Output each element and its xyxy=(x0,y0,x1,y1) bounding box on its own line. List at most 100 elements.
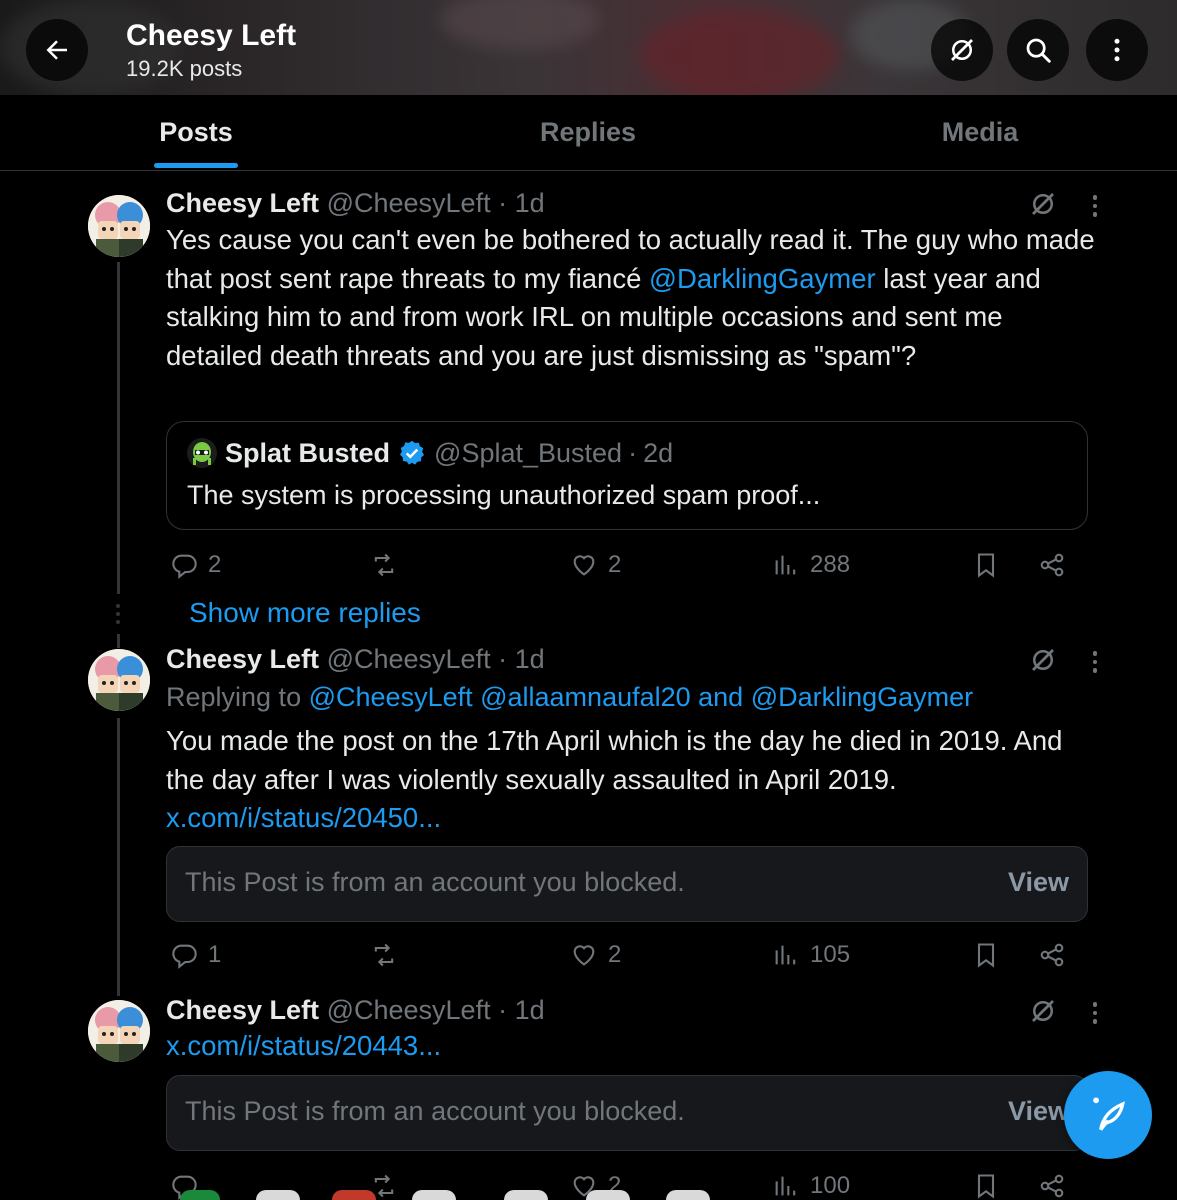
share-button[interactable] xyxy=(1038,935,1066,975)
status-link[interactable]: x.com/i/status/20443... xyxy=(166,1030,441,1061)
post-header: Cheesy Left @CheesyLeft · 1d xyxy=(166,993,545,1027)
avatar[interactable] xyxy=(88,195,150,257)
bookmark-button[interactable] xyxy=(972,1166,1000,1200)
post-actions: 2 2 288 xyxy=(166,545,1086,585)
view-count: 288 xyxy=(810,551,851,578)
post-actions: 1 2 105 xyxy=(166,935,1086,975)
display-name[interactable]: Cheesy Left xyxy=(166,644,319,674)
post-more-button[interactable] xyxy=(1085,647,1105,677)
like-count: 2 xyxy=(608,941,622,968)
thread-line xyxy=(117,718,120,996)
display-name[interactable]: Cheesy Left xyxy=(166,188,319,218)
post-header: Cheesy Left @CheesyLeft · 1d xyxy=(166,642,545,676)
handle[interactable]: @CheesyLeft xyxy=(327,644,491,674)
view-blocked-button[interactable]: View xyxy=(1008,1096,1069,1127)
timestamp[interactable]: 1d xyxy=(515,644,545,674)
avatar-image xyxy=(88,195,150,257)
view-count: 100 xyxy=(810,1172,851,1199)
bookmark-button[interactable] xyxy=(972,935,1000,975)
avatar[interactable] xyxy=(88,1000,150,1062)
compose-post-button[interactable] xyxy=(1064,1071,1152,1159)
share-icon xyxy=(1040,943,1064,967)
blocked-post-notice: This Post is from an account you blocked… xyxy=(166,846,1088,922)
bookmark-icon xyxy=(977,553,995,578)
bottom-nav-hint xyxy=(504,1190,548,1200)
reply-button[interactable]: 1 xyxy=(170,935,221,975)
repost-icon xyxy=(374,553,394,577)
timestamp[interactable]: 1d xyxy=(515,995,545,1025)
grok-icon[interactable] xyxy=(1028,996,1058,1026)
replying-to-label: Replying to xyxy=(166,682,302,712)
replying-to-mentions[interactable]: @CheesyLeft @allaamnaufal20 and @Darklin… xyxy=(309,682,974,712)
bookmark-button[interactable] xyxy=(972,545,1000,585)
heart-icon xyxy=(573,555,595,576)
repost-button[interactable] xyxy=(370,545,398,585)
post-text-body: You made the post on the 17th April whic… xyxy=(166,725,1063,795)
avatar[interactable] xyxy=(88,649,150,711)
share-button[interactable] xyxy=(1038,1166,1066,1200)
bookmark-icon xyxy=(977,943,995,968)
thread-gap-dots xyxy=(116,604,121,624)
heart-icon xyxy=(573,945,595,966)
post[interactable]: Cheesy Left @CheesyLeft · 1d Yes cause y… xyxy=(0,0,1177,600)
bookmark-icon xyxy=(977,1174,995,1199)
blocked-post-notice: This Post is from an account you blocked… xyxy=(166,1075,1088,1151)
compose-post-icon xyxy=(1093,1097,1125,1131)
reply-button[interactable]: 2 xyxy=(170,545,221,585)
bottom-nav-hint xyxy=(332,1190,376,1200)
view-count: 105 xyxy=(810,941,851,968)
like-button[interactable]: 2 xyxy=(570,935,621,975)
separator: · xyxy=(498,995,508,1025)
quote-avatar xyxy=(187,438,217,468)
separator: · xyxy=(498,644,508,674)
quote-timestamp: 2d xyxy=(643,438,674,468)
share-button[interactable] xyxy=(1038,545,1066,585)
mention-link[interactable]: @DarklingGaymer xyxy=(649,263,876,294)
bottom-nav-hint xyxy=(256,1190,300,1200)
quote-handle: @Splat_Busted xyxy=(434,438,623,468)
post[interactable] xyxy=(0,0,1177,711)
blocked-text: This Post is from an account you blocked… xyxy=(185,1096,685,1126)
avatar-image xyxy=(88,649,150,711)
post-more-button[interactable] xyxy=(1085,191,1105,221)
grok-icon[interactable] xyxy=(1028,189,1058,219)
reply-count: 2 xyxy=(208,551,222,578)
bottom-nav-hint xyxy=(666,1190,710,1200)
like-count: 2 xyxy=(608,551,622,578)
display-name[interactable]: Cheesy Left xyxy=(166,995,319,1025)
views-icon xyxy=(775,1176,796,1196)
views-button[interactable]: 100 xyxy=(772,1166,850,1200)
post-header: Cheesy Left @CheesyLeft · 1d xyxy=(166,186,545,220)
post-text: x.com/i/status/20443... xyxy=(166,1027,1096,1066)
grok-icon[interactable] xyxy=(1028,645,1058,675)
separator: · xyxy=(628,438,638,468)
bottom-nav-hint xyxy=(586,1190,630,1200)
bottom-nav-hint xyxy=(180,1190,220,1200)
reply-icon xyxy=(172,554,197,579)
view-blocked-button[interactable]: View xyxy=(1008,867,1069,898)
reply-icon xyxy=(172,944,197,969)
avatar-image xyxy=(88,1000,150,1062)
reply-count: 1 xyxy=(208,941,222,968)
views-button[interactable]: 288 xyxy=(772,545,850,585)
status-link[interactable]: x.com/i/status/20450... xyxy=(166,802,441,833)
quote-text: The system is processing unauthorized sp… xyxy=(187,480,821,510)
share-icon xyxy=(1040,553,1064,577)
like-button[interactable]: 2 xyxy=(570,545,621,585)
repost-icon xyxy=(374,943,394,967)
post-text: Yes cause you can't even be bothered to … xyxy=(166,221,1096,375)
quoted-post[interactable]: Splat Busted @Splat_Busted · 2d The syst… xyxy=(166,421,1088,530)
quote-header: Splat Busted @Splat_Busted · 2d xyxy=(187,436,673,470)
timestamp[interactable]: 1d xyxy=(515,188,545,218)
separator: · xyxy=(498,188,508,218)
handle[interactable]: @CheesyLeft xyxy=(327,995,491,1025)
show-more-replies-link[interactable]: Show more replies xyxy=(189,597,421,629)
views-icon xyxy=(775,555,796,575)
bottom-nav-hint xyxy=(412,1190,456,1200)
post-more-button[interactable] xyxy=(1085,998,1105,1028)
repost-button[interactable] xyxy=(370,935,398,975)
share-icon xyxy=(1040,1174,1064,1198)
views-button[interactable]: 105 xyxy=(772,935,850,975)
verified-badge-icon xyxy=(400,440,425,465)
handle[interactable]: @CheesyLeft xyxy=(327,188,491,218)
